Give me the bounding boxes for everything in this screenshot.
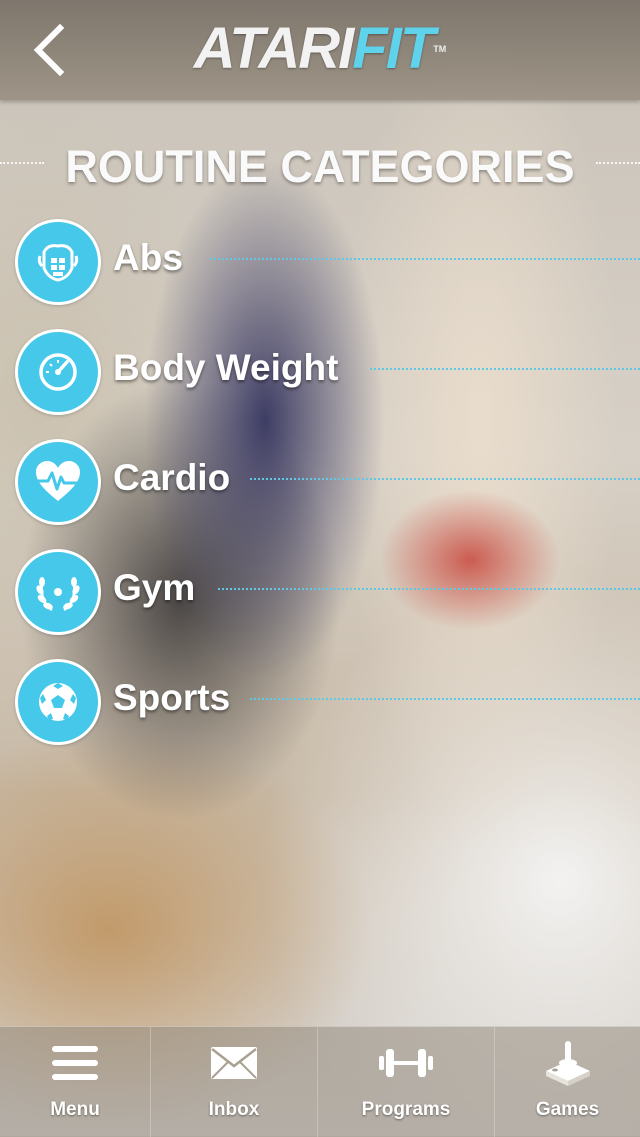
tab-label: Games xyxy=(535,1099,600,1120)
laurel-icon xyxy=(36,577,80,612)
category-icon-badge xyxy=(15,659,101,745)
divider xyxy=(370,368,640,370)
category-item-abs[interactable]: Abs xyxy=(0,216,640,306)
category-icon-badge xyxy=(15,329,101,415)
tab-games[interactable]: Games xyxy=(495,1027,640,1137)
category-icon-badge xyxy=(15,219,101,305)
tab-inbox[interactable]: Inbox xyxy=(151,1027,318,1137)
category-label: Gym xyxy=(113,567,196,608)
top-bar: ATARIFITTM xyxy=(0,0,640,100)
envelope-icon xyxy=(211,1047,257,1079)
category-icon-badge xyxy=(15,549,101,635)
divider xyxy=(250,478,640,480)
category-label: Abs xyxy=(113,237,183,278)
divider xyxy=(210,258,640,260)
category-label: Body Weight xyxy=(113,347,339,388)
gauge-icon xyxy=(39,353,77,391)
divider xyxy=(250,698,640,700)
category-icon-badge xyxy=(15,439,101,525)
tab-label: Menu xyxy=(50,1099,100,1120)
app-logo: ATARIFITTM xyxy=(193,16,447,81)
page-title: ROUTINE CATEGORIES xyxy=(65,141,575,192)
dumbbell-icon xyxy=(379,1049,433,1077)
category-label: Sports xyxy=(113,677,231,718)
category-item-body-weight[interactable]: Body Weight xyxy=(0,326,640,416)
joystick-icon xyxy=(545,1041,590,1086)
divider xyxy=(218,588,640,590)
tab-label: Programs xyxy=(361,1099,451,1120)
soccer-ball-icon xyxy=(39,683,77,721)
heart-pulse-icon xyxy=(36,461,80,501)
abs-icon xyxy=(37,244,79,282)
category-item-gym[interactable]: Gym xyxy=(0,546,640,636)
hamburger-menu-icon xyxy=(52,1046,98,1080)
tab-programs[interactable]: Programs xyxy=(318,1027,495,1137)
bottom-tab-bar: Menu Inbox Programs Games xyxy=(0,1026,640,1137)
tab-menu[interactable]: Menu xyxy=(0,1027,151,1137)
category-item-cardio[interactable]: Cardio xyxy=(0,436,640,526)
category-item-sports[interactable]: Sports xyxy=(0,656,640,746)
tab-label: Inbox xyxy=(208,1099,260,1120)
divider xyxy=(596,162,640,164)
section-header: ROUTINE CATEGORIES xyxy=(0,140,640,194)
category-label: Cardio xyxy=(113,457,231,498)
